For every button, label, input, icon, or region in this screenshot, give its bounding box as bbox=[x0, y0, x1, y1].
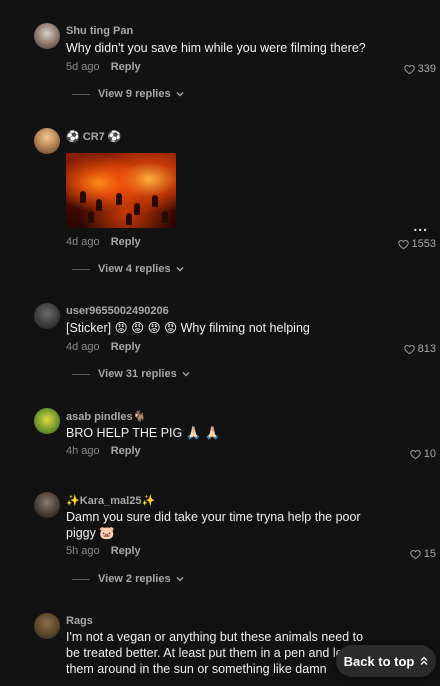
like-count: 15 bbox=[423, 548, 436, 560]
comment-username[interactable]: ✨Kara_mal25✨ bbox=[66, 494, 155, 507]
comment-username[interactable]: Shu ting Pan bbox=[66, 25, 133, 37]
heart-icon bbox=[410, 549, 421, 559]
comment-time: 5h ago bbox=[66, 545, 100, 557]
heart-icon bbox=[403, 344, 415, 354]
comment-username[interactable]: ⚽ CR7 ⚽ bbox=[66, 130, 122, 143]
comments-panel: Shu ting Pan Why didn't you save him whi… bbox=[0, 0, 440, 686]
reply-button[interactable]: Reply bbox=[111, 445, 141, 457]
comment-text: [Sticker] 😡 😡 😡 😡 Why filming not helpin… bbox=[66, 321, 310, 335]
comment-meta: 4h ago Reply bbox=[66, 445, 141, 457]
chevron-down-icon bbox=[176, 267, 184, 272]
like-button[interactable]: 813 bbox=[403, 343, 436, 355]
comment-text: Damn you sure did take your time tryna h… bbox=[66, 510, 361, 540]
avatar[interactable] bbox=[34, 303, 60, 329]
view-replies-label: View 4 replies bbox=[98, 263, 171, 275]
like-count: 1553 bbox=[411, 238, 436, 250]
image-figure bbox=[96, 199, 102, 211]
chevron-down-icon bbox=[176, 92, 184, 97]
reply-button[interactable]: Reply bbox=[111, 236, 141, 248]
comment-username[interactable]: user9655002490206 bbox=[66, 305, 169, 317]
chevron-up-icon bbox=[420, 656, 428, 665]
image-figure bbox=[162, 211, 168, 223]
image-figure bbox=[116, 193, 122, 205]
comment-meta: 4d ago Reply bbox=[66, 236, 141, 248]
comment-text: I'm not a vegan or anything but these an… bbox=[66, 630, 364, 676]
view-replies-button[interactable]: View 4 replies bbox=[72, 263, 185, 275]
avatar[interactable] bbox=[34, 128, 60, 154]
view-replies-label: View 9 replies bbox=[98, 88, 171, 100]
like-count: 813 bbox=[417, 343, 436, 355]
back-to-top-button[interactable]: Back to top bbox=[336, 645, 436, 677]
like-button[interactable]: 1553 bbox=[397, 238, 436, 250]
reply-button[interactable]: Reply bbox=[111, 341, 141, 353]
chevron-down-icon bbox=[176, 577, 184, 582]
avatar[interactable] bbox=[34, 408, 60, 434]
heart-icon bbox=[397, 239, 409, 249]
divider-line bbox=[72, 578, 90, 580]
reply-button[interactable]: Reply bbox=[111, 545, 141, 557]
view-replies-label: View 31 replies bbox=[98, 368, 177, 380]
reply-button[interactable]: Reply bbox=[111, 61, 141, 73]
divider-line bbox=[72, 93, 90, 95]
comment-text: Why didn't you save him while you were f… bbox=[66, 41, 366, 55]
comment-meta: 5d ago Reply bbox=[66, 61, 141, 73]
heart-icon bbox=[403, 64, 415, 74]
view-replies-label: View 2 replies bbox=[98, 573, 171, 585]
avatar[interactable] bbox=[34, 613, 60, 639]
view-replies-button[interactable]: View 2 replies bbox=[72, 573, 185, 585]
comment-username[interactable]: Rags bbox=[66, 615, 93, 627]
comment-time: 5d ago bbox=[66, 61, 100, 73]
view-replies-button[interactable]: View 9 replies bbox=[72, 88, 185, 100]
comment-meta: 5h ago Reply bbox=[66, 545, 141, 557]
comment-time: 4d ago bbox=[66, 236, 100, 248]
image-figure bbox=[88, 211, 94, 223]
avatar[interactable] bbox=[34, 23, 60, 49]
comment-time: 4d ago bbox=[66, 341, 100, 353]
like-button[interactable]: 15 bbox=[410, 548, 436, 560]
like-button[interactable]: 339 bbox=[403, 63, 436, 75]
comment-text: BRO HELP THE PIG 🙏🏻 🙏🏻 bbox=[66, 426, 221, 440]
chevron-down-icon bbox=[182, 372, 190, 377]
like-count: 10 bbox=[423, 448, 436, 460]
avatar[interactable] bbox=[34, 492, 60, 518]
back-to-top-label: Back to top bbox=[343, 653, 415, 669]
image-figure bbox=[134, 203, 140, 215]
divider-line bbox=[72, 373, 90, 375]
image-figure bbox=[80, 191, 86, 203]
image-figure bbox=[126, 213, 132, 225]
comment-image[interactable] bbox=[66, 153, 176, 228]
like-button[interactable]: 10 bbox=[410, 448, 436, 460]
heart-icon bbox=[410, 449, 421, 459]
comment-time: 4h ago bbox=[66, 445, 100, 457]
image-figure bbox=[152, 195, 158, 207]
comment-username[interactable]: asab pindles🐐 bbox=[66, 410, 146, 423]
like-count: 339 bbox=[417, 63, 436, 75]
divider-line bbox=[72, 268, 90, 270]
comment-meta: 4d ago Reply bbox=[66, 341, 141, 353]
view-replies-button[interactable]: View 31 replies bbox=[72, 368, 191, 380]
more-options-button[interactable]: ... bbox=[413, 218, 428, 234]
